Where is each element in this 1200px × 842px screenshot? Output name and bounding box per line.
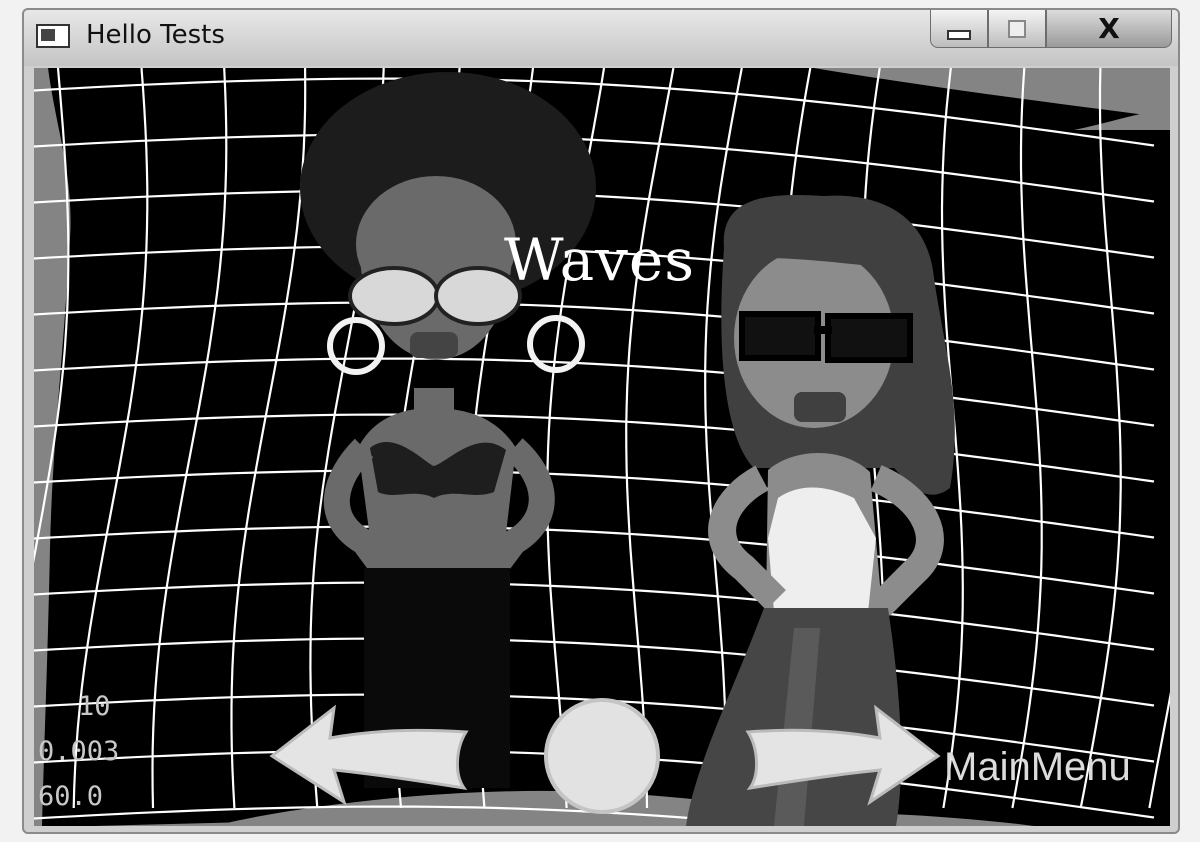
stat-fps: 60.0 — [38, 781, 104, 812]
close-icon: X — [1098, 12, 1120, 45]
stat-frame-time: 0.003 — [38, 736, 120, 767]
title-bar[interactable]: Hello Tests X — [24, 10, 1178, 66]
restart-circle-button[interactable] — [544, 698, 660, 814]
minimize-icon — [947, 29, 971, 40]
circle-button-icon — [544, 698, 660, 814]
game-canvas[interactable]: Waves 10 0.003 60.0 MainMenu — [34, 68, 1170, 826]
maximize-button[interactable] — [988, 10, 1046, 48]
stats-overlay: 10 0.003 60.0 — [38, 684, 119, 819]
app-window: Hello Tests X Waves 10 0.003 60.0 MainMe… — [22, 8, 1180, 834]
stat-node-count: 10 — [78, 691, 111, 722]
app-icon — [36, 24, 70, 48]
window-title: Hello Tests — [86, 20, 225, 50]
scene-svg — [34, 68, 1170, 826]
maximize-icon — [1008, 19, 1026, 38]
close-button[interactable]: X — [1046, 10, 1172, 48]
minimize-button[interactable] — [930, 10, 988, 48]
scene-title: Waves — [504, 226, 696, 294]
main-menu-button[interactable]: MainMenu — [944, 745, 1131, 790]
